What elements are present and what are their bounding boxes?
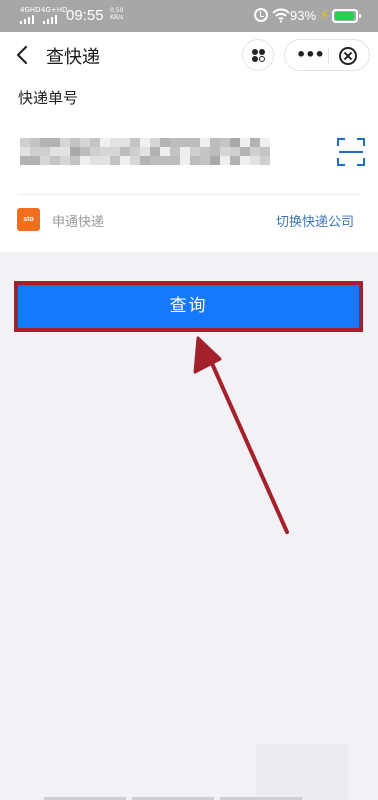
signal-1-icon	[20, 15, 34, 24]
tracking-form: 快递单号 sto 申通快递 切换快递公司	[0, 78, 378, 252]
status-bar: 4GHD 4G+HD 09:55 0.50 KB/s 93% ⚡	[0, 0, 378, 32]
signal-2-label: 4G+HD	[41, 6, 68, 14]
battery-percent: 93%	[290, 8, 317, 23]
network-speed: 0.50 KB/s	[110, 7, 123, 21]
more-icon[interactable]: •••	[296, 47, 325, 63]
speed-unit: KB/s	[110, 14, 124, 21]
mini-program-icon[interactable]	[242, 39, 274, 71]
carrier-name: 申通快递	[52, 215, 105, 230]
speed-value: 0.50	[110, 7, 124, 14]
carrier-logo: sto	[17, 208, 40, 231]
switch-carrier-link[interactable]: 切换快递公司	[276, 211, 354, 230]
capsule-menu: •••	[284, 39, 370, 71]
tracking-number-input[interactable]	[20, 138, 270, 166]
clock: 09:55	[66, 7, 104, 24]
charging-icon: ⚡	[320, 8, 330, 23]
divider	[18, 194, 360, 195]
close-icon[interactable]	[339, 47, 357, 65]
signal-1-label: 4GHD	[20, 6, 41, 14]
signal-2-icon	[43, 15, 57, 24]
wifi-icon	[272, 8, 290, 23]
alarm-icon	[254, 8, 268, 22]
query-button[interactable]: 查询	[14, 281, 363, 332]
battery-icon	[332, 9, 361, 23]
tracking-number-label: 快递单号	[18, 89, 79, 107]
watermark-area	[256, 744, 348, 800]
header: 查快递 •••	[0, 32, 378, 78]
page-title: 查快递	[46, 47, 100, 68]
back-icon[interactable]	[14, 45, 32, 65]
capsule-divider	[328, 48, 329, 64]
scan-icon[interactable]	[337, 138, 365, 166]
